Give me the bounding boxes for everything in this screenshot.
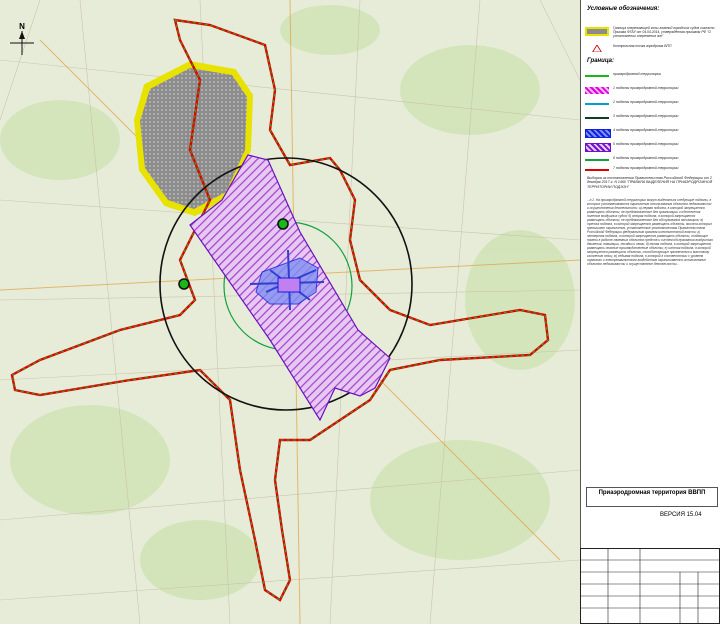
- bounds-item: 7 подзоны приаэродромной территории: [585, 166, 719, 176]
- legend-swatch: [585, 159, 609, 161]
- legend-swatch: [585, 87, 609, 94]
- bounds-item: 2 подзоны приаэродромной территории: [585, 100, 719, 110]
- legend-swatch: [585, 117, 609, 119]
- legend-label: приаэродромной территории: [613, 72, 662, 76]
- legend-label: 3 подзоны приаэродромной территории: [613, 114, 679, 118]
- bounds-item: 5 подзоны приаэродромной территории: [585, 142, 719, 152]
- map-graphics: [0, 0, 580, 624]
- legend-label: Граница опережающей зоны главной городск…: [613, 26, 715, 38]
- north-label: N: [19, 22, 25, 31]
- bounds-item: 3 подзоны приаэродромной территории: [585, 114, 719, 124]
- triangle-icon: [592, 45, 602, 52]
- decree-body: ...п.2. На приаэродромной территории мог…: [587, 198, 713, 266]
- bounds-title: Граница:: [587, 58, 614, 64]
- legend-label: 2 подзоны приаэродромной территории: [613, 100, 679, 104]
- north-arrow: N: [8, 22, 36, 55]
- legend-panel: Условные обозначения: Граница опережающе…: [580, 0, 720, 624]
- bounds-item: 4 подзоны приаэродромной территории: [585, 128, 719, 138]
- legend-swatch: [585, 143, 611, 152]
- map-area[interactable]: N: [0, 0, 580, 624]
- stamp-grid: [580, 548, 720, 624]
- map-title-box: Приаэродромная территория ВВПП: [586, 487, 718, 507]
- version-label: ВЕРСИЯ 15.04: [660, 512, 702, 518]
- control-point-north: [277, 218, 289, 230]
- legend-swatch: [585, 27, 609, 36]
- legend-label: 4 подзоны приаэродромной территории: [613, 128, 679, 132]
- legend-item: Контрольная точка аэродрома ВПП: [585, 44, 719, 54]
- decree-header: Выборка из постановления Правительства Р…: [587, 176, 713, 189]
- legend-label: Контрольная точка аэродрома ВПП: [613, 44, 672, 48]
- bounds-item: 1 подзоны приаэродромной территории: [585, 86, 719, 96]
- legend-label: 6 подзоны приаэродромной территории: [613, 156, 679, 160]
- drawing-stamp: [580, 548, 720, 624]
- legend-swatch: [585, 169, 609, 171]
- legend-title: Условные обозначения:: [587, 6, 660, 12]
- bounds-item: приаэродромной территории: [585, 72, 719, 82]
- legend-item: Граница опережающей зоны главной городск…: [585, 26, 719, 38]
- legend-label: 5 подзоны приаэродромной территории: [613, 142, 679, 146]
- map-document: N Условные обозначения: Граница опережаю…: [0, 0, 720, 624]
- bounds-item: 6 подзоны приаэродромной территории: [585, 156, 719, 166]
- compass-icon: [10, 31, 34, 55]
- legend-swatch: [585, 103, 609, 105]
- map-title: Приаэродромная территория ВВПП: [598, 490, 706, 496]
- legend-label: 1 подзоны приаэродромной территории: [613, 86, 679, 90]
- legend-label: 7 подзоны приаэродромной территории: [613, 166, 679, 170]
- legend-swatch: [585, 75, 609, 77]
- legend-swatch: [585, 129, 611, 138]
- control-point-west: [178, 278, 190, 290]
